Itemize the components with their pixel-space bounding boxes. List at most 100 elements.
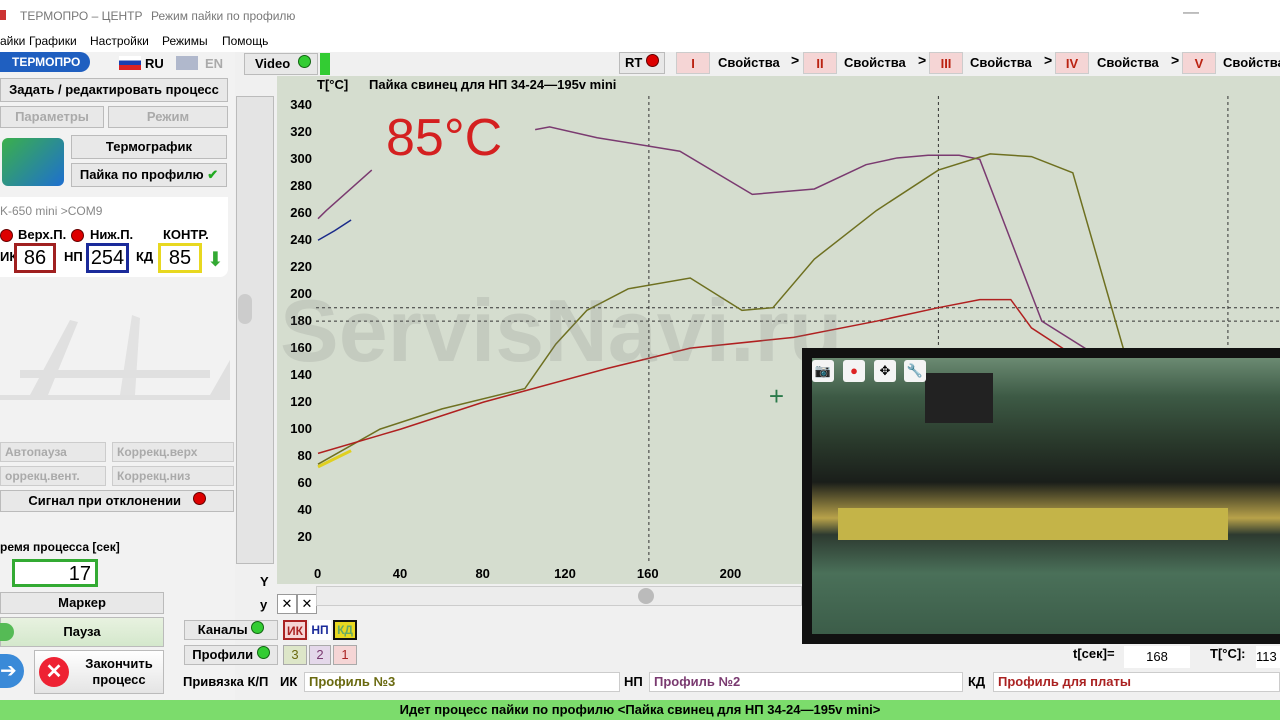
profile-3-toggle[interactable]: 3 — [283, 645, 307, 665]
move-icon[interactable]: ✥ — [874, 360, 896, 382]
current-temperature: 85°C — [386, 109, 503, 167]
tab-2-number[interactable]: II — [803, 52, 837, 74]
channels-button[interactable]: Каналы — [184, 620, 278, 640]
ru-flag-icon[interactable] — [119, 56, 141, 70]
axis-u-toggle[interactable]: y — [260, 597, 267, 612]
checkmark-icon: ✔ — [207, 167, 219, 182]
menu-graphs[interactable]: Графики — [29, 34, 77, 48]
tab-2-properties[interactable]: Свойства — [844, 52, 906, 74]
corr-fan-label: оррекц.вент. — [5, 469, 80, 483]
slot-image — [838, 508, 1228, 540]
axis-y-toggle[interactable]: Y — [260, 574, 269, 589]
minimize-button[interactable]: — — [1183, 4, 1199, 22]
series-line-5 — [317, 449, 352, 469]
wrench-icon[interactable]: 🔧 — [904, 360, 926, 382]
process-time-label: ремя процесса [сек] — [0, 540, 120, 554]
x-scrollbar[interactable] — [316, 586, 802, 606]
kd-profile-field[interactable]: Профиль для платы — [993, 672, 1280, 692]
pause-label: Пауза — [63, 624, 101, 639]
profile-solder-label: Пайка по профилю — [79, 167, 204, 182]
thermograph-button[interactable]: Термографик — [71, 135, 227, 159]
tab-5-properties[interactable]: Свойства — [1223, 52, 1280, 74]
tab-3-properties[interactable]: Свойства — [970, 52, 1032, 74]
menu-settings[interactable]: Настройки — [90, 34, 149, 48]
pause-button[interactable]: Пауза — [0, 617, 164, 647]
t-c-label: T[°C]: — [1210, 646, 1246, 661]
tab-4-number[interactable]: IV — [1055, 52, 1089, 74]
corr-fan-button[interactable]: оррекц.вент. — [0, 466, 106, 486]
arrow-down-icon[interactable]: ⬇ — [207, 247, 224, 272]
ik-profile-field[interactable]: Профиль №3 — [304, 672, 620, 692]
channel-ik-toggle[interactable]: ИК — [283, 620, 307, 640]
channel-np-toggle[interactable]: НП — [309, 620, 331, 640]
tab-5-number[interactable]: V — [1182, 52, 1216, 74]
kd-value: 85 — [158, 243, 202, 273]
bottom-heater-label: Ниж.П. — [90, 227, 134, 242]
menu-modes[interactable]: Режимы — [162, 34, 208, 48]
video-button[interactable]: Video — [244, 53, 318, 75]
menu-help[interactable]: Помощь — [222, 34, 268, 48]
ik-value: 86 — [14, 243, 56, 273]
y-tick-label: 80 — [297, 448, 312, 464]
rt-button[interactable]: RT — [619, 52, 665, 74]
tab-3-number[interactable]: III — [929, 52, 963, 74]
top-heater-label: Верх.П. — [18, 227, 67, 242]
menu-solder[interactable]: айки — [0, 34, 25, 48]
device-name: K-650 mini >COM9 — [0, 204, 103, 218]
y-tick-label: 300 — [290, 151, 312, 167]
folder-icon[interactable] — [2, 138, 64, 186]
series-line-4 — [317, 219, 352, 241]
x-tick-label: 0 — [314, 566, 322, 581]
bridge-logo-icon — [0, 300, 230, 410]
profile-1-toggle[interactable]: 1 — [333, 645, 357, 665]
autopause-label: Автопауза — [5, 445, 67, 459]
mode-button[interactable]: Режим — [108, 106, 228, 128]
rt-label: RT — [625, 55, 643, 70]
marker-button[interactable]: Маркер — [0, 592, 164, 614]
video-level-icon — [320, 53, 330, 75]
corr-bottom-button[interactable]: Коррекц.низ — [112, 466, 234, 486]
signal-deviation-button[interactable]: Сигнал при отклонении — [0, 490, 234, 512]
tab-4-properties[interactable]: Свойства — [1097, 52, 1159, 74]
close-x-icon-1[interactable]: ✕ — [277, 594, 297, 614]
y-tick-label: 320 — [290, 124, 312, 140]
tab-1-properties[interactable]: Свойства — [718, 52, 780, 74]
t-sec-label: t[сек]= — [1073, 646, 1115, 661]
channels-indicator-icon — [251, 621, 265, 634]
bottom-heater-dot — [71, 229, 84, 245]
scroll-thumb-icon[interactable] — [638, 588, 654, 604]
signal-label: Сигнал при отклонении — [28, 493, 182, 508]
lang-ru[interactable]: RU — [145, 56, 164, 71]
np-profile-field[interactable]: Профиль №2 — [649, 672, 963, 692]
channels-label: Каналы — [197, 622, 248, 637]
profiles-label: Профили — [192, 647, 254, 662]
y-tick-label: 120 — [290, 394, 312, 410]
edit-process-button[interactable]: Задать / редактировать процесс — [0, 78, 228, 102]
series-line-0 — [317, 169, 373, 220]
lang-en[interactable]: EN — [205, 56, 223, 71]
params-button[interactable]: Параметры — [0, 106, 104, 128]
y-scroll-strip[interactable] — [236, 96, 274, 564]
chevron-right-icon: > — [1044, 52, 1053, 68]
watermark: ServisNavi.ru — [280, 281, 843, 380]
video-feed — [812, 358, 1280, 634]
profile-solder-button[interactable]: Пайка по профилю ✔ — [71, 163, 227, 187]
app-icon — [0, 10, 6, 20]
title-bar: ТЕРМОПРО – ЦЕНТР Режим пайки по профилю … — [0, 0, 1280, 32]
x-tick-label: 120 — [554, 566, 576, 581]
close-x-icon-2[interactable]: ✕ — [297, 594, 317, 614]
tab-1-number[interactable]: I — [676, 52, 710, 74]
profile-2-toggle[interactable]: 2 — [309, 645, 331, 665]
finish-process-button[interactable]: ✕ Закончить процесс — [34, 650, 164, 694]
chart-title: Пайка свинец для НП 34-24—195v mini — [369, 77, 617, 92]
profiles-button[interactable]: Профили — [184, 645, 278, 665]
record-icon[interactable]: ● — [843, 360, 865, 382]
scissors-icon[interactable] — [238, 294, 252, 324]
uk-flag-icon[interactable] — [176, 56, 198, 70]
channel-kd-toggle[interactable]: КД — [333, 620, 357, 640]
autopause-button[interactable]: Автопауза — [0, 442, 106, 462]
finish-label: Закончить процесс — [85, 656, 153, 687]
camera-icon[interactable]: 📷 — [812, 360, 834, 382]
corr-top-button[interactable]: Коррекц.верх — [112, 442, 234, 462]
y-tick-label: 220 — [290, 259, 312, 275]
